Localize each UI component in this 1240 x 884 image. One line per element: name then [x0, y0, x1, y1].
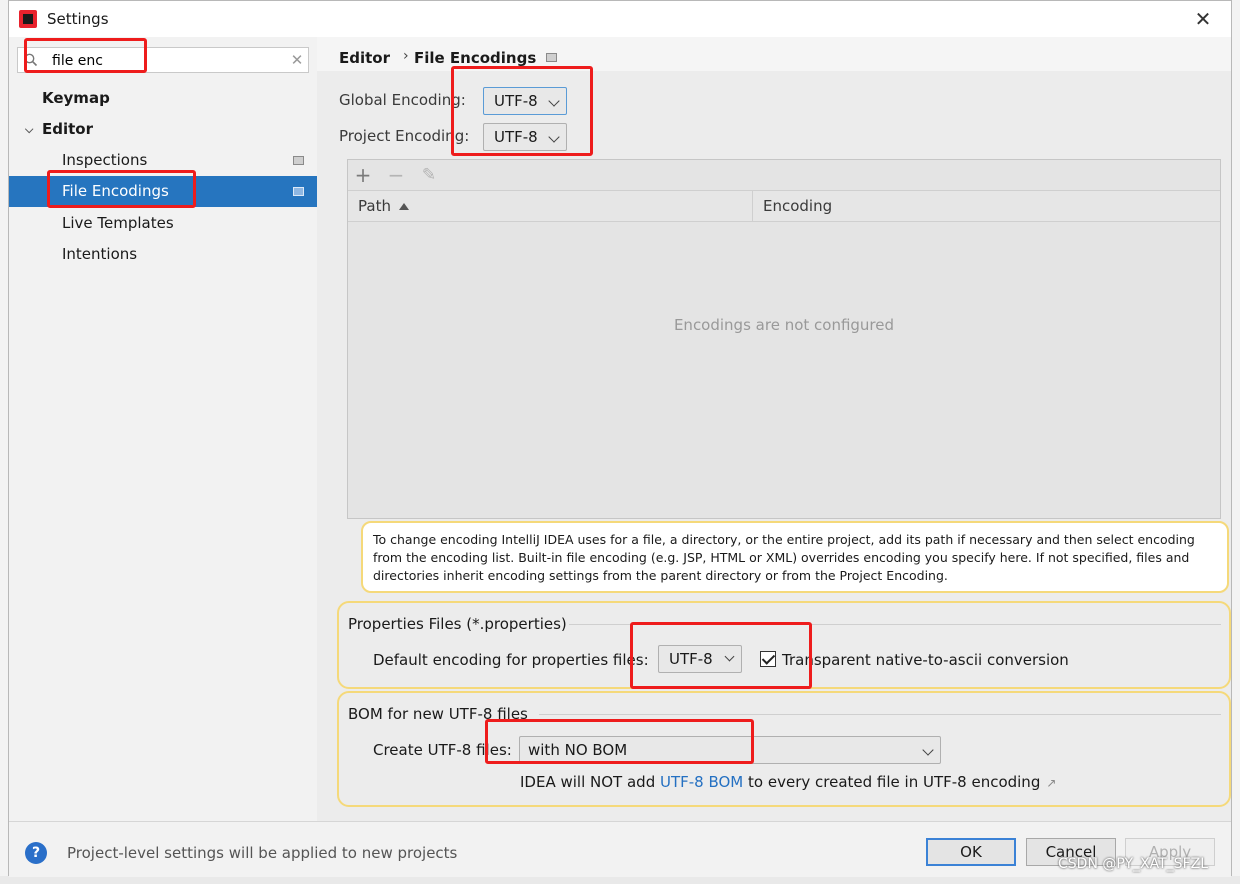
sidebar-item-label: File Encodings [62, 182, 169, 200]
chevron-down-icon[interactable]: ⌵ [25, 114, 33, 145]
settings-dialog: Settings ✕ ✕ Keymap ⌵ Editor Inspections… [8, 0, 1232, 877]
bom-group-title: BOM for new UTF-8 files [348, 705, 528, 723]
settings-search-box[interactable]: ✕ [17, 47, 309, 73]
table-toolbar: + − ✎ [348, 160, 1220, 190]
dialog-footer: ? Project-level settings will be applied… [9, 821, 1231, 877]
project-scope-icon [293, 156, 304, 165]
create-utf8-files-label: Create UTF-8 files: [373, 741, 512, 759]
page-title: File Encodings [414, 49, 537, 67]
chevron-down-icon [922, 744, 934, 756]
sidebar-item-keymap[interactable]: Keymap [9, 83, 317, 114]
properties-encoding-value: UTF-8 [669, 650, 713, 668]
breadcrumb-separator: › [403, 48, 409, 64]
clear-search-icon[interactable]: ✕ [288, 50, 306, 70]
encoding-help-text: To change encoding IntelliJ IDEA uses fo… [361, 521, 1229, 593]
breadcrumb-parent[interactable]: Editor [339, 49, 390, 67]
column-header-label: Path [358, 197, 391, 215]
project-scope-icon [293, 187, 304, 196]
create-utf8-files-select[interactable]: with NO BOM [519, 736, 941, 764]
sidebar-item-editor[interactable]: ⌵ Editor [9, 114, 317, 145]
bom-note-prefix: IDEA will NOT add [520, 773, 660, 791]
sidebar-item-inspections[interactable]: Inspections [9, 145, 317, 176]
settings-sidebar: ✕ Keymap ⌵ Editor Inspections File Encod… [9, 37, 317, 821]
ok-button[interactable]: OK [926, 838, 1016, 866]
sidebar-item-file-encodings[interactable]: File Encodings [9, 176, 317, 207]
background-window-edge-left [0, 0, 8, 884]
footer-status-text: Project-level settings will be applied t… [67, 844, 458, 862]
sidebar-item-label: Intentions [62, 245, 138, 263]
project-encoding-label: Project Encoding: [339, 127, 470, 145]
breadcrumb: Editor › File Encodings [317, 37, 1231, 71]
bom-note: IDEA will NOT add UTF-8 BOM to every cre… [520, 773, 1056, 791]
project-encoding-select[interactable]: UTF-8 [483, 123, 567, 151]
watermark: CSDN @PY_XAT_SFZL [1058, 856, 1209, 872]
intellij-idea-icon [19, 10, 37, 28]
search-icon [24, 53, 38, 67]
sidebar-item-intentions[interactable]: Intentions [9, 239, 317, 270]
window-title: Settings [47, 10, 109, 28]
bom-group: BOM for new UTF-8 files Create UTF-8 fil… [337, 691, 1231, 807]
settings-content: Editor › File Encodings Global Encoding:… [317, 37, 1231, 821]
sort-ascending-icon [398, 203, 409, 210]
search-input[interactable] [52, 51, 272, 71]
properties-encoding-select[interactable]: UTF-8 [658, 645, 742, 673]
edit-icon[interactable]: ✎ [418, 164, 440, 186]
close-icon[interactable]: ✕ [1191, 7, 1215, 31]
project-scope-icon [546, 53, 557, 62]
remove-icon[interactable]: − [385, 164, 407, 186]
chevron-down-icon [724, 651, 735, 662]
project-encoding-value: UTF-8 [494, 128, 538, 146]
properties-encoding-label: Default encoding for properties files: [373, 651, 649, 669]
sidebar-item-label: Inspections [62, 151, 148, 169]
table-header: Path Encoding [348, 190, 1220, 222]
background-window-edge-right [1232, 0, 1240, 884]
create-utf8-files-value: with NO BOM [528, 741, 628, 759]
column-header-encoding[interactable]: Encoding [763, 191, 832, 221]
transparent-native-to-ascii-checkbox[interactable] [760, 651, 776, 667]
transparent-native-to-ascii-label[interactable]: Transparent native-to-ascii conversion [782, 651, 1069, 669]
sidebar-item-label: Keymap [42, 89, 110, 107]
global-encoding-select[interactable]: UTF-8 [483, 87, 567, 115]
path-encoding-table: + − ✎ Path Encoding Encodings are not co… [347, 159, 1221, 519]
properties-group-title: Properties Files (*.properties) [348, 615, 567, 633]
utf8-bom-link[interactable]: UTF-8 BOM [660, 773, 743, 791]
group-divider [569, 624, 1221, 625]
title-bar: Settings ✕ [9, 1, 1231, 37]
external-link-icon[interactable]: ↗ [1046, 776, 1056, 790]
background-window-edge-bottom [0, 876, 1240, 884]
sidebar-item-label: Editor [42, 120, 93, 138]
help-icon[interactable]: ? [25, 842, 47, 864]
bom-note-suffix: to every created file in UTF-8 encoding [743, 773, 1041, 791]
sidebar-item-live-templates[interactable]: Live Templates [9, 208, 317, 239]
chevron-down-icon [548, 95, 560, 107]
global-encoding-value: UTF-8 [494, 92, 538, 110]
column-divider[interactable] [752, 191, 753, 221]
chevron-down-icon [548, 131, 560, 143]
add-icon[interactable]: + [352, 164, 374, 186]
global-encoding-label: Global Encoding: [339, 91, 466, 109]
sidebar-item-label: Live Templates [62, 214, 174, 232]
empty-table-message: Encodings are not configured [673, 316, 895, 334]
column-header-path[interactable]: Path [358, 191, 409, 221]
properties-files-group: Properties Files (*.properties) Default … [337, 601, 1231, 689]
group-divider [539, 714, 1221, 715]
